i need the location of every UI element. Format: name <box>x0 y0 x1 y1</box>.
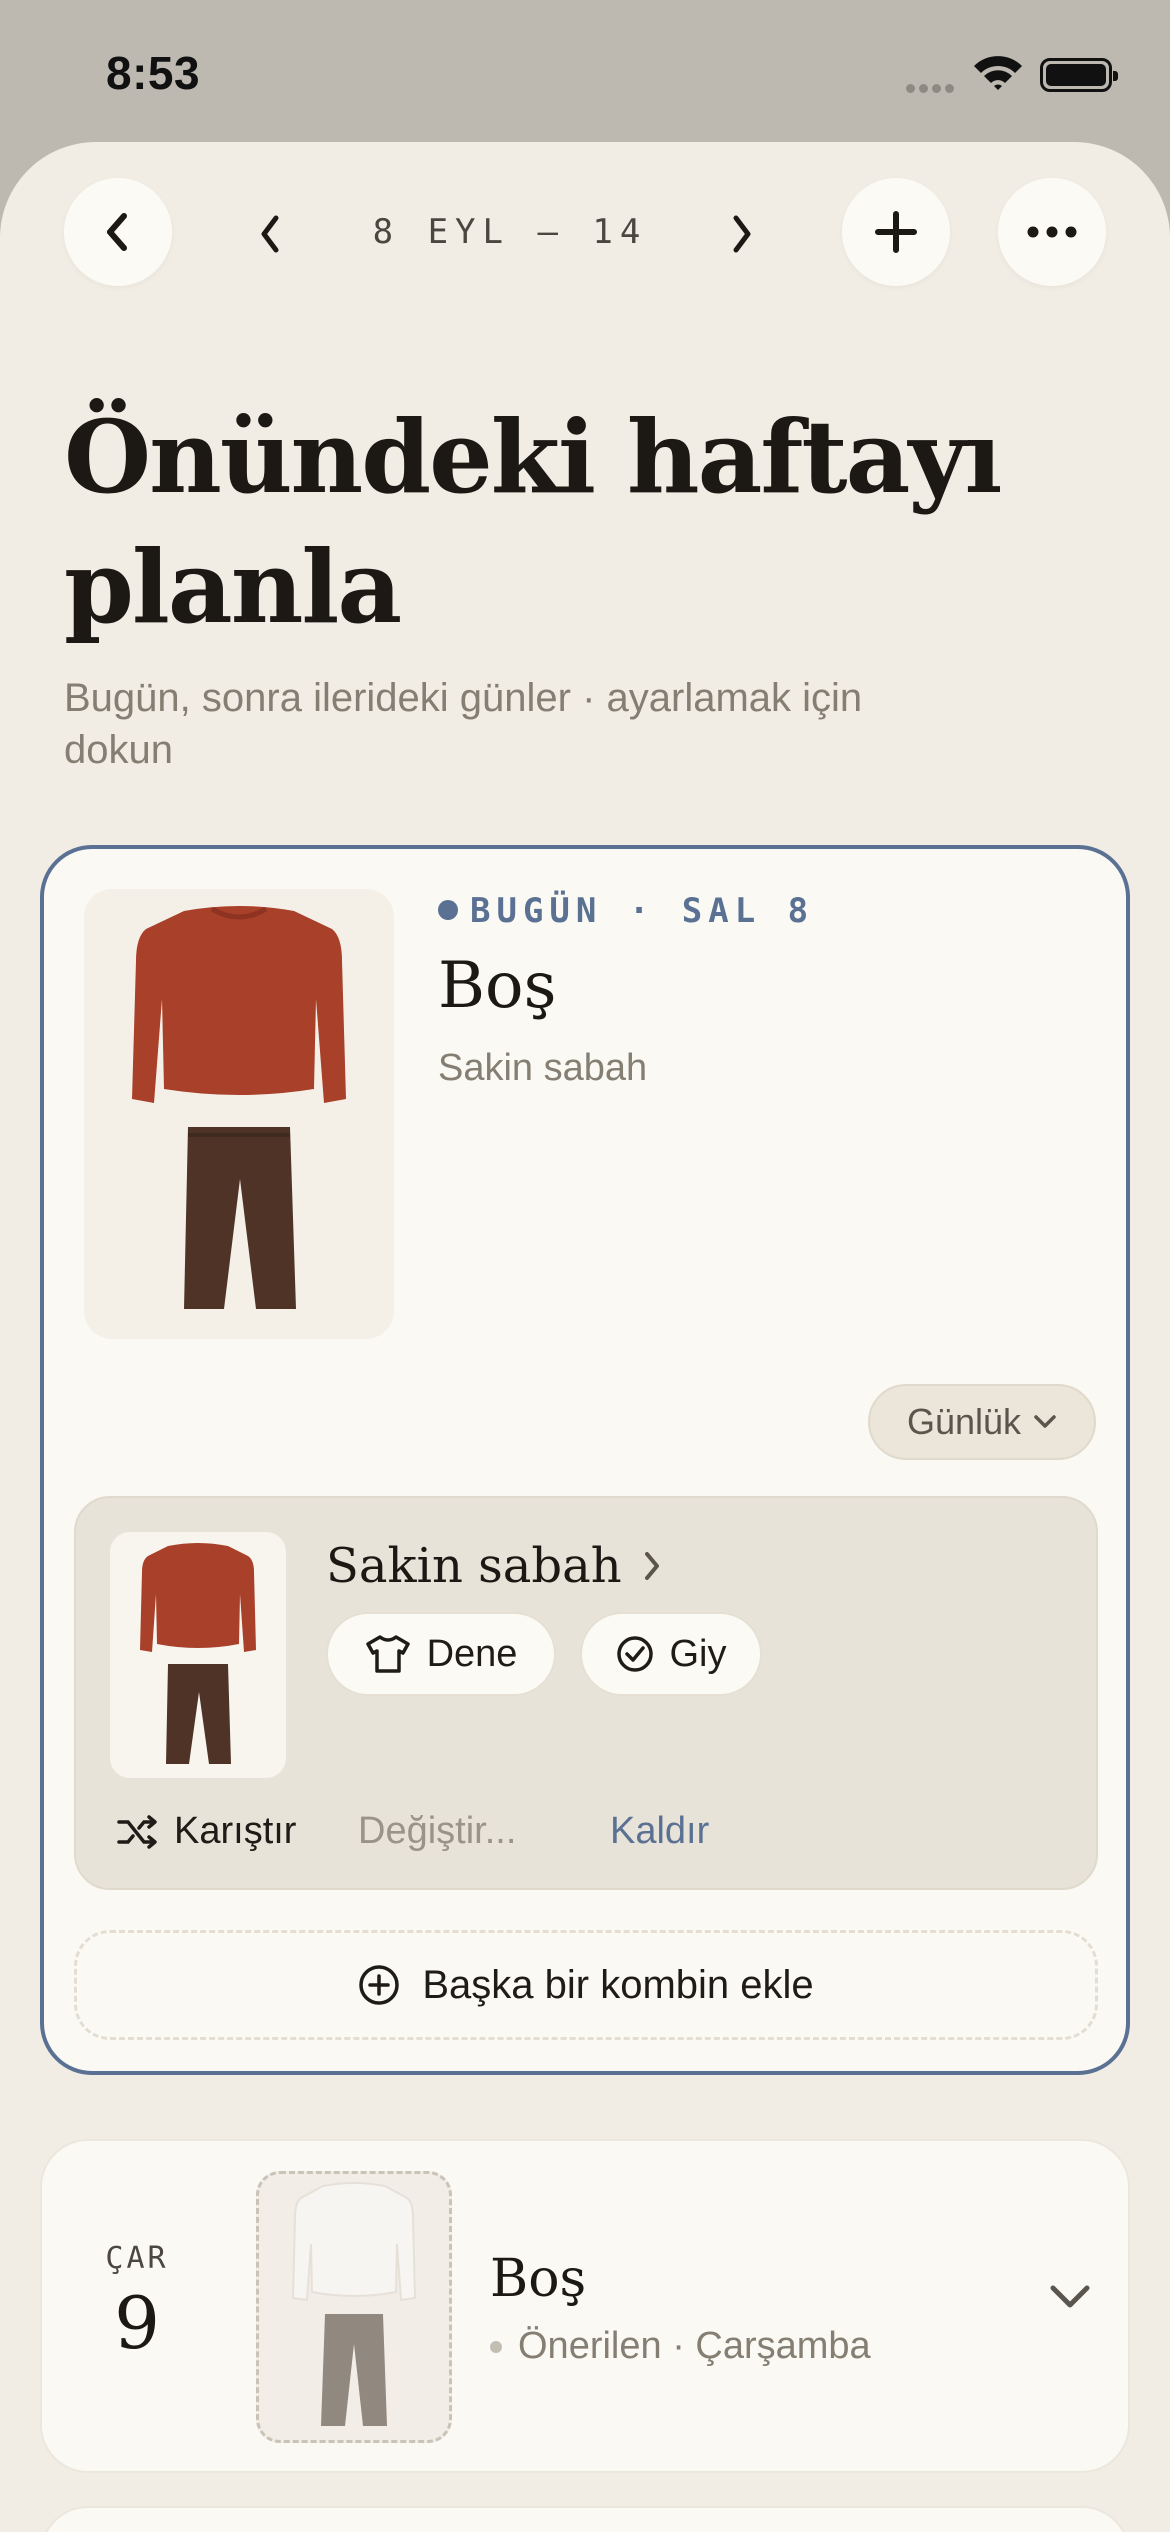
outfit-image[interactable] <box>110 1532 286 1778</box>
chevron-down-icon <box>1050 2285 1090 2308</box>
change-button[interactable]: Değiştir... <box>358 1810 516 1853</box>
next-week-button[interactable] <box>712 204 772 264</box>
wear-button[interactable]: Giy <box>580 1612 762 1696</box>
outfit-name-link[interactable]: Sakin sabah <box>326 1538 662 1594</box>
try-on-button[interactable]: Dene <box>326 1612 556 1696</box>
shuffle-icon <box>117 1814 157 1849</box>
chevron-down-icon <box>1034 1415 1056 1428</box>
plus-circle-icon <box>359 1965 400 2005</box>
occasion-label: Günlük <box>906 1401 1022 1442</box>
add-outfit-button[interactable]: Başka bir kombin ekle <box>74 1930 1098 2040</box>
plus-icon <box>875 211 917 253</box>
status-dot-icon <box>490 2340 502 2353</box>
try-on-label: Dene <box>426 1632 518 1675</box>
chevron-left-icon <box>107 213 127 251</box>
day-subtitle-text: Önerilen · Çarşamba <box>518 2325 871 2367</box>
day-abbr: ÇAR <box>105 2241 169 2276</box>
status-bar: 8:53 <box>0 0 1170 150</box>
today-label-text: BUGÜN · SAL 8 <box>470 891 815 931</box>
ellipsis-icon <box>1027 226 1077 238</box>
day-subtitle: Önerilen · Çarşamba <box>490 2325 871 2368</box>
expand-button[interactable] <box>1048 2283 1092 2316</box>
page-subtitle: Bugün, sonra ilerideki günler · ayarlama… <box>64 676 863 772</box>
planner-sheet: 8 EYL — 14 Önündeki haftayı planla Bugün… <box>0 142 1170 2532</box>
checkmark-circle-icon <box>616 1636 653 1672</box>
more-button[interactable] <box>998 178 1106 286</box>
wifi-icon <box>972 52 1024 97</box>
outfit-suggestion: Sakin sabah Dene Giy Karıştır Değiştir..… <box>74 1496 1098 1890</box>
day-number: 9 <box>114 2281 160 2365</box>
today-label: BUGÜN · SAL 8 <box>438 891 814 931</box>
suggested-outfit-image[interactable] <box>256 2171 452 2443</box>
previous-week-button[interactable] <box>240 204 300 264</box>
status-time: 8:53 <box>106 47 201 99</box>
chevron-right-icon <box>644 1552 659 1580</box>
today-card[interactable]: BUGÜN · SAL 8 Boş Sakin sabah Günlük Sak… <box>40 845 1130 2075</box>
cellular-signal-icon <box>906 80 958 98</box>
chevron-left-icon <box>261 215 279 253</box>
page-title: Önündeki haftayı planla <box>64 398 1002 646</box>
day-card-next[interactable] <box>40 2506 1130 2532</box>
today-title: Boş <box>438 949 557 1023</box>
shuffle-button[interactable]: Karıştır <box>116 1810 296 1853</box>
occasion-dropdown[interactable]: Günlük <box>868 1384 1096 1460</box>
today-outfit-image[interactable] <box>84 889 394 1339</box>
add-button[interactable] <box>842 178 950 286</box>
today-subtitle: Sakin sabah <box>438 1047 648 1089</box>
day-card-wednesday[interactable]: ÇAR 9 Boş Önerilen · Çarşamba <box>40 2139 1130 2473</box>
tshirt-icon <box>365 1635 410 1673</box>
back-button[interactable] <box>64 178 172 286</box>
today-dot-icon <box>438 900 458 920</box>
wear-label: Giy <box>669 1632 727 1675</box>
shuffle-label: Karıştır <box>174 1810 297 1852</box>
add-outfit-label: Başka bir kombin ekle <box>422 1962 814 2007</box>
week-range[interactable]: 8 EYL — 14 <box>360 212 660 252</box>
day-title: Boş <box>490 2249 587 2309</box>
outfit-name: Sakin sabah <box>326 1538 622 1594</box>
chevron-right-icon <box>733 215 751 253</box>
battery-icon <box>1040 58 1118 92</box>
remove-button[interactable]: Kaldır <box>610 1810 709 1853</box>
